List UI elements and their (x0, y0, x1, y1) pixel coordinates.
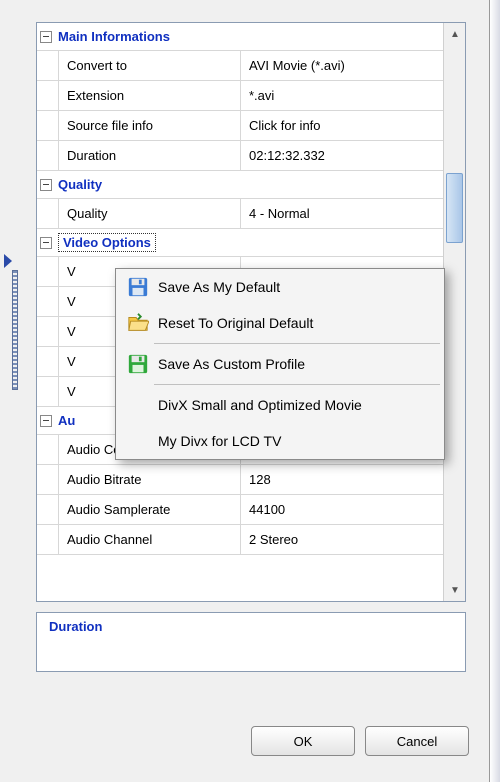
row-label: Quality (59, 199, 241, 228)
description-panel: Duration (36, 612, 466, 672)
menu-profile-divx-small[interactable]: DivX Small and Optimized Movie (116, 387, 444, 423)
section-title: Au (58, 413, 75, 428)
expand-arrow-icon (4, 254, 12, 268)
menu-separator (154, 343, 440, 344)
collapse-toggle-quality[interactable] (40, 179, 52, 191)
row-value[interactable]: 128 (241, 465, 443, 494)
scrollbar-vertical[interactable]: ▲ ▼ (443, 23, 465, 601)
section-main-info[interactable]: Main Informations (37, 23, 443, 51)
description-title: Duration (49, 619, 453, 634)
row-audio-samplerate[interactable]: Audio Samplerate 44100 (37, 495, 443, 525)
row-value[interactable]: 02:12:32.332 (241, 141, 443, 170)
menu-save-custom-profile[interactable]: Save As Custom Profile (116, 346, 444, 382)
menu-label: My Divx for LCD TV (158, 433, 281, 449)
menu-label: Reset To Original Default (158, 315, 313, 331)
section-quality[interactable]: Quality (37, 171, 443, 199)
row-convert-to[interactable]: Convert to AVI Movie (*.avi) (37, 51, 443, 81)
section-video-options[interactable]: Video Options (37, 229, 443, 257)
menu-profile-my-divx-lcd[interactable]: My Divx for LCD TV (116, 423, 444, 459)
row-extension[interactable]: Extension *.avi (37, 81, 443, 111)
settings-dialog: Main Informations Convert to AVI Movie (… (0, 0, 490, 782)
folder-open-icon (124, 309, 152, 337)
row-value[interactable]: Click for info (241, 111, 443, 140)
cancel-button[interactable]: Cancel (365, 726, 469, 756)
row-value[interactable]: 2 Stereo (241, 525, 443, 554)
row-audio-channel[interactable]: Audio Channel 2 Stereo (37, 525, 443, 555)
row-label: Audio Bitrate (59, 465, 241, 494)
video-options-context-menu: Save As My Default Reset To Original Def… (115, 268, 445, 460)
section-title: Quality (58, 177, 102, 192)
minus-icon (43, 184, 49, 185)
right-edge-shadow (490, 0, 500, 782)
collapse-toggle-main-info[interactable] (40, 31, 52, 43)
floppy-disk-green-icon (124, 350, 152, 378)
row-label: Extension (59, 81, 241, 110)
row-label: Audio Channel (59, 525, 241, 554)
row-audio-bitrate[interactable]: Audio Bitrate 128 (37, 465, 443, 495)
row-label: Duration (59, 141, 241, 170)
row-source-file-info[interactable]: Source file info Click for info (37, 111, 443, 141)
section-title: Video Options (58, 233, 156, 252)
row-value[interactable]: AVI Movie (*.avi) (241, 51, 443, 80)
floppy-disk-blue-icon (124, 273, 152, 301)
row-duration[interactable]: Duration 02:12:32.332 (37, 141, 443, 171)
dialog-button-row: OK Cancel (251, 726, 469, 756)
row-value[interactable]: 4 - Normal (241, 199, 443, 228)
menu-reset-default[interactable]: Reset To Original Default (116, 305, 444, 341)
scroll-track[interactable] (444, 45, 465, 579)
scroll-up-icon[interactable]: ▲ (444, 23, 466, 45)
section-title: Main Informations (58, 29, 170, 44)
scroll-down-icon[interactable]: ▼ (444, 579, 466, 601)
row-value[interactable]: *.avi (241, 81, 443, 110)
row-label: Audio Samplerate (59, 495, 241, 524)
collapse-toggle-audio[interactable] (40, 415, 52, 427)
row-value[interactable]: 44100 (241, 495, 443, 524)
menu-label: Save As My Default (158, 279, 280, 295)
row-label: Source file info (59, 111, 241, 140)
minus-icon (43, 36, 49, 37)
grip-icon (12, 270, 18, 390)
minus-icon (43, 420, 49, 421)
collapse-toggle-video[interactable] (40, 237, 52, 249)
minus-icon (43, 242, 49, 243)
scroll-thumb[interactable] (446, 173, 463, 243)
expand-side-handle[interactable] (2, 260, 16, 400)
menu-separator (154, 384, 440, 385)
ok-button[interactable]: OK (251, 726, 355, 756)
menu-label: DivX Small and Optimized Movie (158, 397, 362, 413)
row-label: Convert to (59, 51, 241, 80)
row-quality[interactable]: Quality 4 - Normal (37, 199, 443, 229)
menu-save-as-default[interactable]: Save As My Default (116, 269, 444, 305)
menu-label: Save As Custom Profile (158, 356, 305, 372)
